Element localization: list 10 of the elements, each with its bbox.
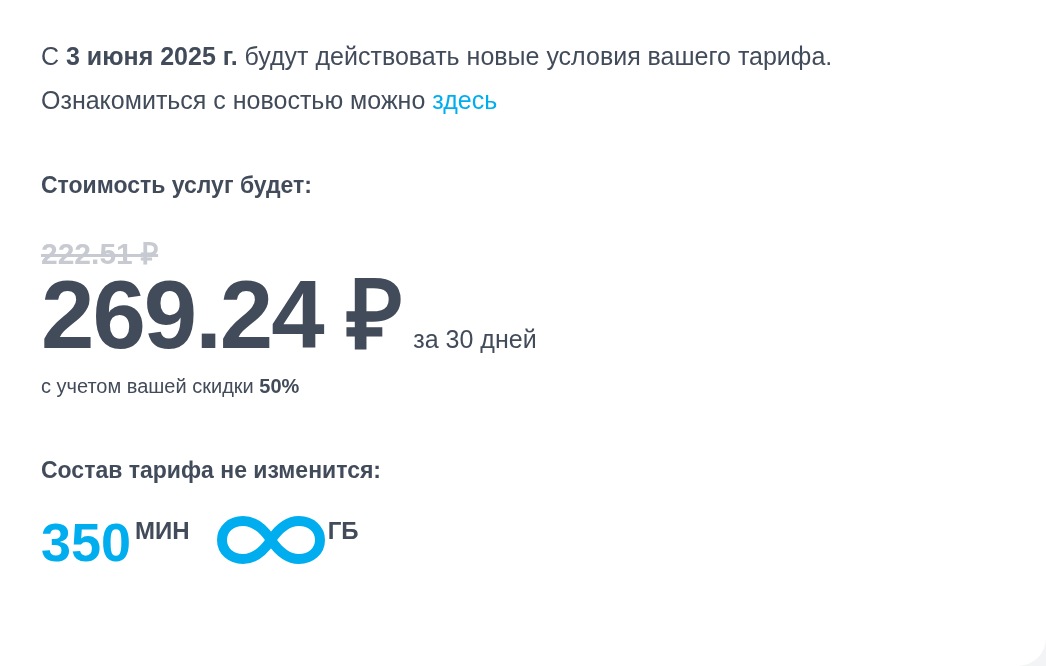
infinity-icon xyxy=(215,515,326,565)
package-heading: Состав тарифа не изменится: xyxy=(41,455,382,485)
notice-text: С 3 июня 2025 г. будут действовать новые условия вашего тарифа. Ознакомиться с новостью можно здесь xyxy=(41,41,833,116)
data-unit: ГБ xyxy=(327,519,359,543)
price-heading: Стоимость услуг будет: xyxy=(41,171,312,200)
minutes-value: 350 xyxy=(41,515,132,569)
price-period: за 30 дней xyxy=(413,324,537,355)
minutes-unit: МИН xyxy=(135,519,190,543)
here-link[interactable]: здесь xyxy=(432,86,498,114)
discount-text: с учетом вашей скидки 50% xyxy=(41,373,300,399)
